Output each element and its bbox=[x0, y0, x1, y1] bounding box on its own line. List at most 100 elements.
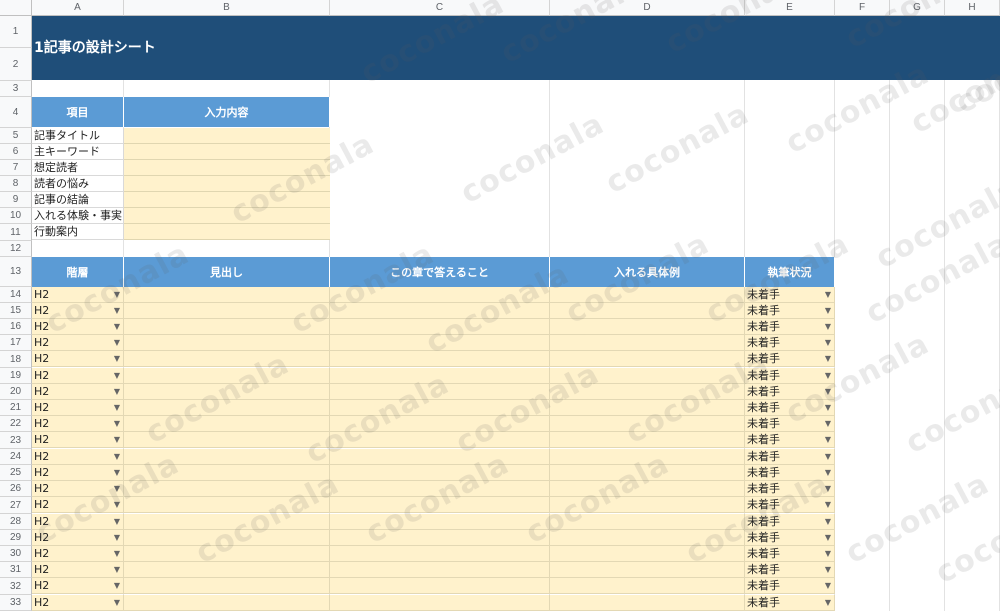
row-header-8[interactable]: 8 bbox=[0, 176, 32, 192]
dropdown-caret-icon[interactable]: ▼ bbox=[825, 400, 831, 415]
row-header-26[interactable]: 26 bbox=[0, 481, 32, 497]
design-item-input[interactable] bbox=[124, 128, 330, 144]
row-header-23[interactable]: 23 bbox=[0, 432, 32, 449]
row-header-3[interactable]: 3 bbox=[0, 81, 32, 97]
column-header-e[interactable]: E bbox=[745, 0, 835, 16]
dropdown-caret-icon[interactable]: ▼ bbox=[825, 303, 831, 318]
dropdown-caret-icon[interactable]: ▼ bbox=[114, 497, 120, 512]
design-item-input[interactable] bbox=[124, 144, 330, 160]
row-header-33[interactable]: 33 bbox=[0, 595, 32, 611]
design-item-input[interactable] bbox=[124, 208, 330, 224]
outline-level-cell[interactable]: H2 ▼ bbox=[32, 351, 124, 367]
dropdown-caret-icon[interactable]: ▼ bbox=[114, 416, 120, 431]
outline-status-cell[interactable]: 未着手 ▼ bbox=[745, 335, 835, 351]
column-header-b[interactable]: B bbox=[124, 0, 330, 16]
outline-level-cell[interactable]: H2 ▼ bbox=[32, 368, 124, 384]
outline-heading-cell[interactable] bbox=[124, 497, 330, 513]
dropdown-caret-icon[interactable]: ▼ bbox=[114, 546, 120, 561]
column-header-d[interactable]: D bbox=[550, 0, 745, 16]
outline-level-cell[interactable]: H2 ▼ bbox=[32, 562, 124, 578]
outline-answer-cell[interactable] bbox=[330, 335, 550, 351]
outline-level-cell[interactable]: H2 ▼ bbox=[32, 481, 124, 497]
outline-answer-cell[interactable] bbox=[330, 351, 550, 367]
outline-answer-cell[interactable] bbox=[330, 303, 550, 319]
outline-heading-cell[interactable] bbox=[124, 368, 330, 384]
dropdown-caret-icon[interactable]: ▼ bbox=[825, 368, 831, 383]
outline-example-cell[interactable] bbox=[550, 530, 745, 546]
dropdown-caret-icon[interactable]: ▼ bbox=[114, 481, 120, 496]
dropdown-caret-icon[interactable]: ▼ bbox=[825, 432, 831, 447]
dropdown-caret-icon[interactable]: ▼ bbox=[114, 400, 120, 415]
row-header-2[interactable]: 2 bbox=[0, 48, 32, 81]
dropdown-caret-icon[interactable]: ▼ bbox=[825, 287, 831, 302]
dropdown-caret-icon[interactable]: ▼ bbox=[114, 351, 120, 366]
dropdown-caret-icon[interactable]: ▼ bbox=[114, 595, 120, 610]
row-header-18[interactable]: 18 bbox=[0, 351, 32, 368]
outline-answer-cell[interactable] bbox=[330, 465, 550, 481]
outline-level-cell[interactable]: H2 ▼ bbox=[32, 449, 124, 465]
row-header-11[interactable]: 11 bbox=[0, 224, 32, 241]
outline-level-cell[interactable]: H2 ▼ bbox=[32, 595, 124, 611]
outline-heading-cell[interactable] bbox=[124, 335, 330, 351]
dropdown-caret-icon[interactable]: ▼ bbox=[825, 351, 831, 366]
dropdown-caret-icon[interactable]: ▼ bbox=[825, 319, 831, 334]
design-item-input[interactable] bbox=[124, 224, 330, 240]
outline-level-cell[interactable]: H2 ▼ bbox=[32, 578, 124, 594]
outline-example-cell[interactable] bbox=[550, 432, 745, 448]
outline-level-cell[interactable]: H2 ▼ bbox=[32, 432, 124, 448]
select-all-corner[interactable] bbox=[0, 0, 32, 16]
outline-heading-cell[interactable] bbox=[124, 449, 330, 465]
dropdown-caret-icon[interactable]: ▼ bbox=[114, 335, 120, 350]
column-header-h[interactable]: H bbox=[945, 0, 1000, 16]
design-item-input[interactable] bbox=[124, 176, 330, 192]
dropdown-caret-icon[interactable]: ▼ bbox=[825, 530, 831, 545]
dropdown-caret-icon[interactable]: ▼ bbox=[825, 449, 831, 464]
outline-answer-cell[interactable] bbox=[330, 449, 550, 465]
dropdown-caret-icon[interactable]: ▼ bbox=[825, 465, 831, 480]
outline-heading-cell[interactable] bbox=[124, 416, 330, 432]
dropdown-caret-icon[interactable]: ▼ bbox=[825, 514, 831, 529]
design-header-item[interactable]: 項目 bbox=[32, 97, 124, 127]
outline-heading-cell[interactable] bbox=[124, 530, 330, 546]
design-item-input[interactable] bbox=[124, 192, 330, 208]
outline-level-cell[interactable]: H2 ▼ bbox=[32, 287, 124, 303]
dropdown-caret-icon[interactable]: ▼ bbox=[114, 514, 120, 529]
row-header-31[interactable]: 31 bbox=[0, 562, 32, 578]
outline-heading-cell[interactable] bbox=[124, 287, 330, 303]
outline-level-cell[interactable]: H2 ▼ bbox=[32, 416, 124, 432]
outline-answer-cell[interactable] bbox=[330, 287, 550, 303]
column-header-f[interactable]: F bbox=[835, 0, 890, 16]
outline-status-cell[interactable]: 未着手 ▼ bbox=[745, 578, 835, 594]
row-header-12[interactable]: 12 bbox=[0, 241, 32, 257]
outline-example-cell[interactable] bbox=[550, 449, 745, 465]
dropdown-caret-icon[interactable]: ▼ bbox=[825, 595, 831, 610]
outline-level-cell[interactable]: H2 ▼ bbox=[32, 465, 124, 481]
outline-heading-cell[interactable] bbox=[124, 514, 330, 530]
outline-level-cell[interactable]: H2 ▼ bbox=[32, 319, 124, 335]
outline-answer-cell[interactable] bbox=[330, 578, 550, 594]
outline-answer-cell[interactable] bbox=[330, 368, 550, 384]
outline-status-cell[interactable]: 未着手 ▼ bbox=[745, 465, 835, 481]
row-header-7[interactable]: 7 bbox=[0, 160, 32, 176]
outline-heading-cell[interactable] bbox=[124, 432, 330, 448]
row-header-21[interactable]: 21 bbox=[0, 400, 32, 416]
outline-header-answer[interactable]: この章で答えること bbox=[330, 257, 550, 287]
dropdown-caret-icon[interactable]: ▼ bbox=[825, 562, 831, 577]
outline-example-cell[interactable] bbox=[550, 335, 745, 351]
column-header-g[interactable]: G bbox=[890, 0, 945, 16]
outline-example-cell[interactable] bbox=[550, 578, 745, 594]
row-header-32[interactable]: 32 bbox=[0, 578, 32, 595]
outline-status-cell[interactable]: 未着手 ▼ bbox=[745, 400, 835, 416]
outline-status-cell[interactable]: 未着手 ▼ bbox=[745, 481, 835, 497]
outline-status-cell[interactable]: 未着手 ▼ bbox=[745, 287, 835, 303]
dropdown-caret-icon[interactable]: ▼ bbox=[114, 303, 120, 318]
dropdown-caret-icon[interactable]: ▼ bbox=[825, 497, 831, 512]
outline-heading-cell[interactable] bbox=[124, 319, 330, 335]
dropdown-caret-icon[interactable]: ▼ bbox=[114, 578, 120, 593]
outline-heading-cell[interactable] bbox=[124, 562, 330, 578]
outline-example-cell[interactable] bbox=[550, 287, 745, 303]
dropdown-caret-icon[interactable]: ▼ bbox=[825, 481, 831, 496]
outline-status-cell[interactable]: 未着手 ▼ bbox=[745, 384, 835, 400]
outline-example-cell[interactable] bbox=[550, 562, 745, 578]
outline-answer-cell[interactable] bbox=[330, 400, 550, 416]
